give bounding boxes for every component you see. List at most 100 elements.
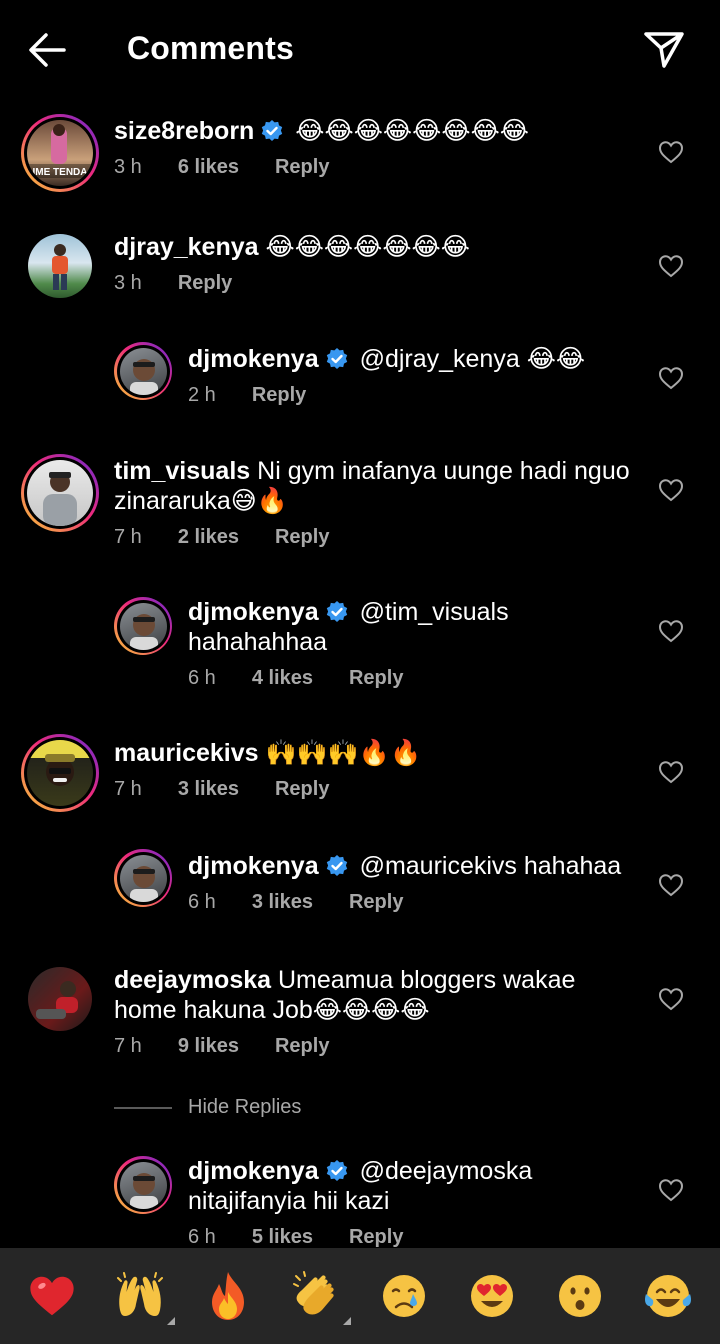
emoji-raising-hands-button[interactable] [109,1265,175,1327]
comment-likes[interactable]: 3 likes [178,778,239,801]
comment-text: @djray_kenya 😂😂 [359,345,586,373]
avatar[interactable] [28,967,92,1031]
avatar[interactable] [114,342,172,400]
verified-badge-icon [326,601,347,622]
reply-button[interactable]: Reply [275,778,329,801]
avatar-photo [43,472,77,526]
avatar-photo [52,244,68,290]
heart-icon[interactable] [658,987,684,1011]
reply-button[interactable]: Reply [178,272,232,295]
reply-button[interactable]: Reply [349,1226,403,1248]
reply-button[interactable]: Reply [252,384,306,407]
comment-text: 😂😂😂😂😂😂😂😂 [295,117,529,145]
avatar-photo [129,1172,158,1209]
avatar[interactable] [114,597,172,655]
clapping-hands-icon [293,1271,334,1315]
comment-likes[interactable]: 5 likes [252,1226,313,1248]
emoji-surprised-button[interactable] [549,1265,611,1327]
emoji-reaction-bar [0,1248,720,1344]
heart-icon[interactable] [658,619,684,643]
heart-icon[interactable] [658,760,684,784]
comment-username[interactable]: djray_kenya [114,233,259,261]
comment-username[interactable]: djmokenya [188,852,319,880]
verified-badge-icon [262,120,283,141]
avatar-photo [27,740,93,786]
avatar[interactable] [28,234,92,298]
comment-username[interactable]: djmokenya [188,598,319,626]
reply-button[interactable]: Reply [275,1035,329,1058]
reply-item: djmokenya @mauricekivs hahahaa 6 h 3 lik… [0,849,720,929]
heart-icon[interactable] [658,366,684,390]
avatar-photo [129,358,158,395]
red-heart-icon [30,1276,74,1316]
surprised-face-icon [559,1275,601,1317]
emoji-crying-button[interactable] [373,1265,435,1327]
reply-button[interactable]: Reply [275,526,329,549]
comment-username[interactable]: mauricekivs [114,739,259,767]
heart-icon[interactable] [658,873,684,897]
arrow-left-icon [29,33,66,67]
verified-badge-icon [326,348,347,369]
verified-badge-icon [326,855,347,876]
emoji-clapping-button[interactable] [285,1265,351,1327]
emoji-fire-button[interactable] [197,1265,259,1327]
avatar[interactable] [114,1156,172,1214]
divider [114,1106,172,1109]
emoji-tears-of-joy-button[interactable] [637,1265,699,1327]
avatar-photo [36,981,78,1019]
comment-item: IME TENDA size8reborn 😂😂😂😂😂😂😂😂 3 h 6 lik… [0,114,720,204]
share-button[interactable] [640,28,688,72]
paper-plane-icon [644,32,684,68]
heart-icon[interactable] [658,254,684,278]
comment-username[interactable]: tim_visuals [114,457,250,485]
comment-time: 7 h [114,1035,142,1057]
comment-item: mauricekivs 🙌🙌🙌🔥🔥 7 h 3 likes Reply [0,734,720,824]
raising-hands-icon [117,1272,163,1316]
avatar[interactable]: IME TENDA [21,114,99,192]
reply-button[interactable]: Reply [275,156,329,179]
comment-time: 6 h [188,1226,216,1248]
back-button[interactable] [24,28,72,72]
heart-icon[interactable] [658,140,684,164]
comment-text: 😂😂😂😂😂😂😂 [265,233,470,261]
comment-time: 7 h [114,526,142,548]
emoji-heart-eyes-button[interactable] [461,1265,523,1327]
comment-username[interactable]: djmokenya [188,345,319,373]
avatar[interactable] [21,454,99,532]
reply-item: djmokenya @tim_visuals hahahahhaa 6 h 4 … [0,597,720,697]
avatar-photo [129,613,158,650]
comment-time: 6 h [188,667,216,689]
comment-time: 7 h [114,778,142,800]
avatar[interactable] [21,734,99,812]
heart-icon[interactable] [658,478,684,502]
comment-text: @mauricekivs hahahaa [359,852,622,880]
avatar[interactable] [114,849,172,907]
comment-time: 2 h [188,384,216,406]
comment-item: djray_kenya 😂😂😂😂😂😂😂 3 h Reply [0,230,720,310]
reply-item: djmokenya @djray_kenya 😂😂 2 h Reply [0,342,720,422]
variant-indicator [343,1317,351,1325]
comment-likes[interactable]: 2 likes [178,526,239,549]
comment-item: tim_visuals Ni gym inafanya uunge hadi n… [0,454,720,564]
heart-icon[interactable] [658,1178,684,1202]
comment-likes[interactable]: 4 likes [252,667,313,690]
reply-button[interactable]: Reply [349,891,403,914]
comment-likes[interactable]: 3 likes [252,891,313,914]
hide-replies-button[interactable]: Hide Replies [114,1096,301,1119]
comment-time: 6 h [188,891,216,913]
reply-button[interactable]: Reply [349,667,403,690]
avatar-caption: IME TENDA [33,167,88,178]
comment-likes[interactable]: 9 likes [178,1035,239,1058]
comment-item: deejaymoska Umeamua bloggers wakae home … [0,963,720,1073]
tears-of-joy-face-icon [645,1275,691,1317]
comment-username[interactable]: djmokenya [188,1157,319,1185]
verified-badge-icon [326,1160,347,1181]
comment-username[interactable]: deejaymoska [114,966,271,994]
comment-text: 🙌🙌🙌🔥🔥 [265,739,422,767]
comment-likes[interactable]: 6 likes [178,156,239,179]
emoji-heart-button[interactable] [21,1265,83,1327]
comment-username[interactable]: size8reborn [114,117,254,145]
reply-item: djmokenya @deejaymoska nitajifanyia hii … [0,1156,720,1248]
avatar-photo: IME TENDA [27,124,93,178]
page-title: Comments [127,30,294,66]
